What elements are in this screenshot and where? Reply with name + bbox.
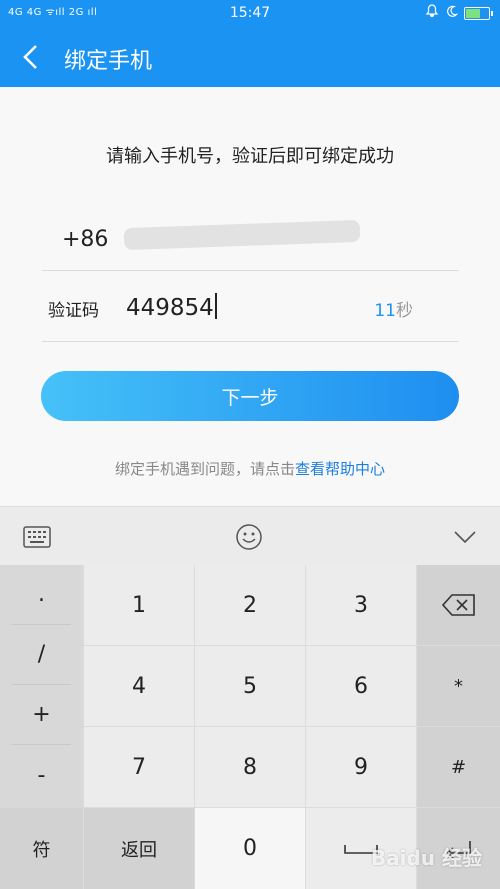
code-value: 449854 <box>126 295 214 321</box>
key-asterisk[interactable]: * <box>417 646 500 726</box>
symbol-key-dot[interactable]: . <box>12 565 71 625</box>
return-key[interactable]: 返回 <box>84 808 194 889</box>
key-6[interactable]: 6 <box>306 646 416 726</box>
symbol-key-minus[interactable]: - <box>12 745 71 805</box>
help-text: 绑定手机遇到问题，请点击 <box>114 460 295 478</box>
notification-bell-icon <box>425 4 439 22</box>
key-1[interactable]: 1 <box>84 565 194 645</box>
keyboard-toolbar <box>0 506 500 565</box>
key-5[interactable]: 5 <box>195 646 305 726</box>
help-center-link[interactable]: 查看帮助中心 <box>295 460 385 478</box>
page-title: 绑定手机 <box>64 49 153 74</box>
status-icons <box>425 4 493 22</box>
battery-icon <box>464 6 493 20</box>
code-input[interactable]: 449854 <box>126 293 217 321</box>
status-bar: 4G 4G ᯤıll 2G ıll 15:47 <box>0 0 500 27</box>
verification-code-field[interactable]: 验证码 449854 11秒 <box>42 272 459 342</box>
keyboard-icon[interactable] <box>22 522 52 552</box>
emoji-icon[interactable] <box>234 522 264 552</box>
instruction-text: 请输入手机号，验证后即可绑定成功 <box>106 146 394 167</box>
symbol-column: . / + - <box>0 565 83 808</box>
key-hash[interactable]: # <box>417 727 500 807</box>
symbol-key-plus[interactable]: + <box>12 685 71 745</box>
key-9[interactable]: 9 <box>306 727 416 807</box>
back-button[interactable] <box>10 37 50 77</box>
moon-icon <box>445 5 459 22</box>
watermark-logo: Baidu 经验 <box>370 846 482 870</box>
key-4[interactable]: 4 <box>84 646 194 726</box>
numeric-keyboard: . / + - 1 2 3 4 5 6 * 7 8 9 # 符 返回 0 Bai… <box>0 565 500 889</box>
symbol-switch-key[interactable]: 符 <box>0 808 83 889</box>
country-code[interactable]: +86 <box>62 227 108 252</box>
resend-countdown: 11秒 <box>374 296 413 321</box>
key-0[interactable]: 0 <box>195 808 305 889</box>
redaction-smudge <box>123 219 361 251</box>
bind-phone-form: 请输入手机号，验证后即可绑定成功 +86 18 验证码 449854 11秒 下… <box>0 87 500 506</box>
backspace-key[interactable] <box>417 565 500 645</box>
countdown-unit: 秒 <box>396 301 413 321</box>
key-8[interactable]: 8 <box>195 727 305 807</box>
key-2[interactable]: 2 <box>195 565 305 645</box>
countdown-number: 11 <box>374 301 396 321</box>
phone-number-field[interactable]: +86 18 <box>42 205 459 271</box>
code-label: 验证码 <box>48 301 99 321</box>
next-step-button[interactable]: 下一步 <box>41 371 459 421</box>
key-3[interactable]: 3 <box>306 565 416 645</box>
help-line: 绑定手机遇到问题，请点击查看帮助中心 <box>0 458 500 479</box>
back-arrow-icon <box>23 45 37 69</box>
chevron-down-icon[interactable] <box>450 522 480 552</box>
title-bar: 绑定手机 <box>0 27 500 87</box>
key-7[interactable]: 7 <box>84 727 194 807</box>
backspace-icon <box>441 594 475 616</box>
text-caret <box>214 293 217 319</box>
symbol-key-slash[interactable]: / <box>12 625 71 685</box>
